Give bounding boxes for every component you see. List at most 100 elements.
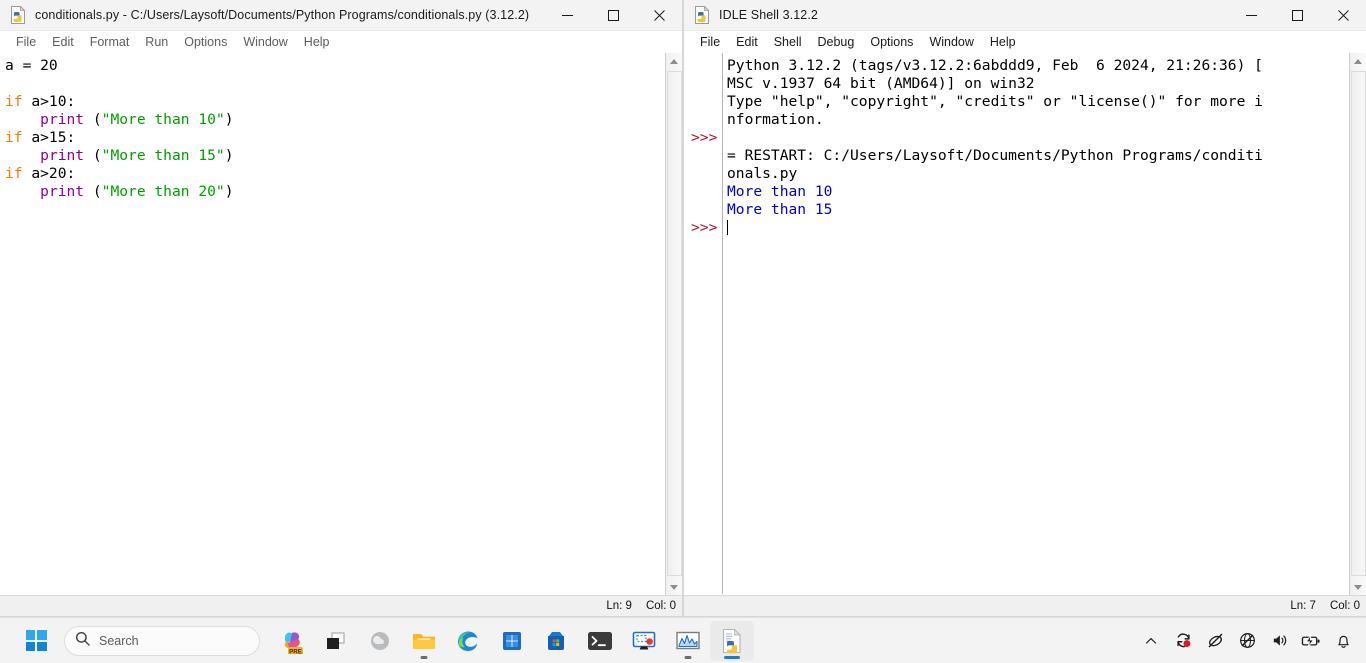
shell-text: Python 3.12.2 (tags/v3.12.2:6abddd9, Feb… [727, 57, 1263, 74]
notification-bell-icon[interactable] [1328, 624, 1358, 658]
shell-statusbar: Ln: 7 Col: 0 [684, 595, 1366, 616]
search-input[interactable]: Search [64, 625, 260, 656]
shell-menu-shell[interactable]: Shell [766, 33, 810, 51]
code-line: if a>10: [5, 93, 664, 111]
code-token: ( [84, 183, 102, 200]
performance-monitor-icon[interactable] [666, 621, 710, 661]
shell-menu-debug[interactable]: Debug [810, 33, 863, 51]
pen-off-icon[interactable] [1200, 624, 1230, 658]
windows-taskbar[interactable]: Search PRE [0, 617, 1366, 663]
editor-menu-file[interactable]: File [8, 33, 44, 51]
editor-titlebar[interactable]: conditionals.py - C:/Users/Laysoft/Docum… [0, 0, 682, 31]
shell-column-indicator: Col: 0 [1329, 600, 1360, 612]
windows-terminal-icon[interactable] [578, 621, 622, 661]
editor-menu-edit[interactable]: Edit [44, 33, 82, 51]
shell-text: More than 10 [727, 183, 833, 200]
shell-menu-window[interactable]: Window [921, 33, 981, 51]
shell-menu-edit[interactable]: Edit [728, 33, 766, 51]
svg-text:PRE: PRE [289, 648, 302, 653]
shell-menu-file[interactable]: File [692, 33, 728, 51]
code-token: print [40, 183, 85, 200]
editor-menu-window[interactable]: Window [235, 33, 295, 51]
minimize-button[interactable] [544, 0, 590, 31]
editor-vertical-scrollbar[interactable] [665, 53, 682, 596]
shell-line: = RESTART: C:/Users/Laysoft/Documents/Py… [727, 147, 1348, 165]
python-idle-icon[interactable] [710, 620, 754, 661]
code-token: a>20: [22, 165, 76, 182]
shell-text: Type "help", "copyright", "credits" or "… [727, 93, 1263, 110]
idle-shell-window[interactable]: IDLE Shell 3.12.2 File Edit Shell Debug Opti… [683, 0, 1366, 617]
code-line: if a>20: [5, 165, 664, 183]
shell-titlebar[interactable]: IDLE Shell 3.12.2 [684, 0, 1366, 31]
code-token: if [5, 93, 23, 110]
code-line: print ("More than 20") [5, 183, 664, 201]
microsoft-store-icon[interactable] [534, 621, 578, 661]
scroll-down-arrow[interactable] [666, 579, 682, 596]
scroll-up-arrow[interactable] [666, 53, 682, 70]
shell-menu-help[interactable]: Help [982, 33, 1024, 51]
code-token: a = 20 [5, 57, 58, 74]
microsoft-edge-icon[interactable] [446, 621, 490, 661]
python-idle-icon [694, 5, 710, 24]
maximize-button[interactable] [1274, 0, 1320, 31]
office-icon[interactable] [490, 621, 534, 661]
code-token: ) [224, 147, 234, 164]
shell-transcript: Python 3.12.2 (tags/v3.12.2:6abddd9, Feb… [723, 53, 1348, 594]
screen-recorder-icon[interactable] [622, 621, 666, 661]
code-line: a = 20 [5, 57, 664, 75]
close-button[interactable] [636, 0, 682, 31]
battery-charging-icon[interactable] [1296, 624, 1326, 658]
copilot-icon[interactable]: PRE [270, 621, 314, 661]
weather-widget-icon[interactable] [358, 621, 402, 661]
shell-text: = RESTART: C:/Users/Laysoft/Documents/Py… [727, 147, 1263, 164]
close-button[interactable] [1320, 0, 1366, 31]
editor-scroll-thumb[interactable] [667, 71, 682, 576]
shell-scroll-thumb[interactable] [1351, 71, 1366, 576]
sync-alert-icon[interactable] [1168, 624, 1198, 658]
shell-text: More than 15 [727, 201, 833, 218]
shell-menubar[interactable]: File Edit Shell Debug Options Window Help [684, 31, 1366, 53]
editor-menu-options[interactable]: Options [176, 33, 235, 51]
shell-line: nformation. [727, 111, 1348, 129]
scroll-up-arrow[interactable] [1350, 53, 1366, 70]
shell-menu-options[interactable]: Options [862, 33, 921, 51]
maximize-button[interactable] [590, 0, 636, 31]
shell-output-area[interactable]: >>> >>> Python 3.12.2 (tags/v3.12.2:6abdd… [685, 53, 1348, 594]
editor-source-code: a = 20 if a>10: print ("More than 10") if… [1, 53, 664, 201]
task-view-icon[interactable] [314, 621, 358, 661]
scroll-down-arrow[interactable] [1350, 579, 1366, 596]
running-indicator [420, 655, 428, 659]
editor-statusbar: Ln: 9 Col: 0 [0, 595, 682, 616]
minimize-button[interactable] [1228, 0, 1274, 31]
search-icon [75, 631, 90, 651]
volume-icon[interactable] [1264, 624, 1294, 658]
shell-text: onals.py [727, 165, 798, 182]
network-offline-icon[interactable] [1232, 624, 1262, 658]
code-token: ) [224, 183, 234, 200]
chevron-up-icon[interactable] [1136, 624, 1166, 658]
windows-start-icon[interactable] [14, 621, 58, 661]
editor-menu-format[interactable]: Format [82, 33, 138, 51]
shell-line: MSC v.1937 64 bit (AMD64)] on win32 [727, 75, 1348, 93]
editor-menubar[interactable]: File Edit Format Run Options Window Help [0, 31, 682, 53]
editor-code-area[interactable]: a = 20 if a>10: print ("More than 10") if… [1, 53, 664, 594]
editor-menu-run[interactable]: Run [137, 33, 176, 51]
code-line: print ("More than 15") [5, 147, 664, 165]
search-placeholder: Search [99, 633, 139, 648]
shell-text: MSC v.1937 64 bit (AMD64)] on win32 [727, 75, 1035, 92]
shell-title: IDLE Shell 3.12.2 [719, 8, 818, 22]
code-token: print [40, 147, 85, 164]
code-line: if a>15: [5, 129, 664, 147]
file-explorer-icon[interactable] [402, 621, 446, 661]
editor-line-indicator: Ln: 9 [606, 600, 632, 612]
idle-editor-window[interactable]: conditionals.py - C:/Users/Laysoft/Docum… [0, 0, 683, 617]
shell-line: onals.py [727, 165, 1348, 183]
editor-menu-help[interactable]: Help [296, 33, 338, 51]
shell-vertical-scrollbar[interactable] [1349, 53, 1366, 596]
python-file-icon [10, 5, 26, 24]
editor-window-controls [544, 0, 682, 31]
desktop: conditionals.py - C:/Users/Laysoft/Docum… [0, 0, 1366, 663]
